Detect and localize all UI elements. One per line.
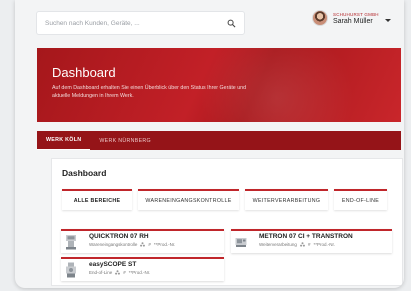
user-name: Sarah Müller [333, 17, 373, 25]
panel-title: Dashboard [62, 168, 107, 178]
tab-werk-nuernberg[interactable]: WERK NÜRNBERG [90, 131, 160, 150]
area-filters: ALLE BEREICHE WARENEINGANGSKONTROLLE WEI… [52, 189, 402, 211]
filter-wareneingangskontrolle[interactable]: WARENEINGANGSKONTROLLE [138, 189, 239, 210]
page-title: Dashboard [52, 65, 116, 80]
device-icon [66, 262, 76, 278]
hash-icon: # [148, 242, 151, 247]
dashboard-panel: Dashboard ALLE BEREICHE WARENEINGANGSKON… [52, 159, 402, 285]
hash-icon: # [123, 270, 126, 275]
filter-end-of-line[interactable]: END-OF-LINE [334, 189, 387, 210]
device-prod-nr: **Prod.-Nr. [153, 242, 176, 247]
team-icon [140, 242, 146, 247]
device-card[interactable]: METRON 07 CI + TRANSTRON Weiterverarbeit… [231, 229, 392, 253]
device-area: Weiterverarbeitung [259, 242, 297, 247]
app-window: Suchen nach Kunden, Geräte, ... SCHUHURS… [15, 0, 404, 288]
device-card[interactable]: easySCOPE ST End-of-Line # **Prod.-Nr. [61, 257, 224, 281]
plant-tabs: WERK KÖLN WERK NÜRNBERG [37, 131, 401, 150]
device-icon [235, 238, 247, 247]
filter-alle-bereiche[interactable]: ALLE BEREICHE [62, 189, 132, 210]
device-prod-nr: **Prod.-Nr. [313, 242, 335, 247]
hero-description: Auf dem Dashboard erhalten Sie einen Übe… [52, 85, 247, 99]
device-meta: End-of-Line # **Prod.-Nr. [89, 270, 150, 275]
hash-icon: # [307, 242, 311, 247]
chevron-down-icon[interactable] [384, 18, 391, 22]
device-prod-nr: **Prod.-Nr. [128, 270, 151, 275]
device-icon [66, 235, 76, 250]
device-card[interactable]: QUICKTRON 07 RH Wareneingangskontrolle #… [61, 229, 224, 253]
search-input[interactable]: Suchen nach Kunden, Geräte, ... [45, 20, 227, 27]
search-icon[interactable] [227, 19, 236, 28]
device-name: easySCOPE ST [89, 261, 137, 268]
device-area: Wareneingangskontrolle [89, 242, 138, 247]
device-meta: Weiterverarbeitung # **Prod.-Nr. [259, 242, 335, 247]
device-meta: Wareneingangskontrolle # **Prod.-Nr. [89, 242, 175, 247]
device-name: METRON 07 CI + TRANSTRON [259, 233, 353, 240]
filter-weiterverarbeitung[interactable]: WEITERVERARBEITUNG [245, 189, 328, 210]
company-name: SCHUHURST GMBH [333, 11, 379, 17]
team-icon [300, 242, 305, 247]
user-menu[interactable]: SCHUHURST GMBH Sarah Müller [312, 10, 391, 26]
device-name: QUICKTRON 07 RH [89, 233, 149, 240]
tab-werk-koeln[interactable]: WERK KÖLN [37, 131, 91, 150]
user-info: SCHUHURST GMBH Sarah Müller [333, 12, 379, 25]
device-area: End-of-Line [89, 270, 113, 275]
avatar[interactable] [312, 10, 328, 26]
team-icon [115, 270, 121, 275]
hero-banner: Dashboard Auf dem Dashboard erhalten Sie… [37, 48, 401, 122]
search-bar[interactable]: Suchen nach Kunden, Geräte, ... [37, 12, 244, 34]
